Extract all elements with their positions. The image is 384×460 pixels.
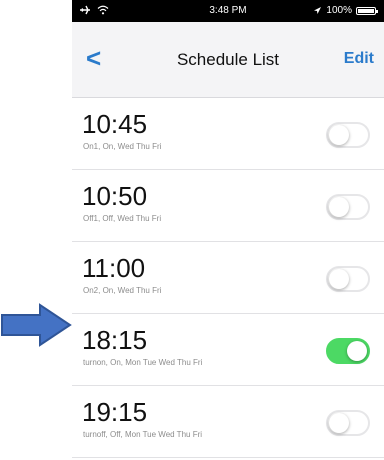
schedule-detail: turnon, On, Mon Tue Wed Thu Fri <box>83 358 203 367</box>
status-bar: 3:48 PM 100% <box>72 0 384 22</box>
phone-screen: 3:48 PM 100% < Schedule List Edit 10:45 … <box>72 0 384 460</box>
schedule-row[interactable]: 10:45 On1, On, Wed Thu Fri <box>72 98 384 170</box>
schedule-toggle[interactable] <box>326 194 370 220</box>
schedule-detail: On2, On, Wed Thu Fri <box>83 286 162 295</box>
schedule-time: 18:15 <box>82 325 148 355</box>
back-button[interactable]: < <box>86 45 101 71</box>
battery-icon <box>356 6 378 15</box>
battery-fill <box>358 8 374 13</box>
schedule-detail: On1, On, Wed Thu Fri <box>83 142 162 151</box>
edit-button[interactable]: Edit <box>344 50 374 68</box>
schedule-row[interactable]: 11:00 On2, On, Wed Thu Fri <box>72 242 384 314</box>
schedule-row[interactable]: 10:50 Off1, Off, Wed Thu Fri <box>72 170 384 242</box>
schedule-toggle[interactable] <box>326 338 370 364</box>
schedule-time: 19:15 <box>82 397 148 427</box>
schedule-toggle[interactable] <box>326 122 370 148</box>
annotation-arrow-icon <box>1 303 72 347</box>
schedule-time: 10:50 <box>82 181 148 211</box>
schedule-toggle[interactable] <box>326 266 370 292</box>
schedule-detail: Off1, Off, Wed Thu Fri <box>83 214 162 223</box>
schedule-time: 10:45 <box>82 109 148 139</box>
schedule-toggle[interactable] <box>326 410 370 436</box>
schedule-time: 11:00 <box>82 253 146 283</box>
schedule-row[interactable]: 19:15 turnoff, Off, Mon Tue Wed Thu Fri <box>72 386 384 458</box>
battery-percent: 100% <box>326 5 352 16</box>
location-icon <box>314 7 322 14</box>
page-title: Schedule List <box>176 50 280 69</box>
schedule-list: 10:45 On1, On, Wed Thu Fri 10:50 Off1, O… <box>72 98 384 458</box>
schedule-detail: turnoff, Off, Mon Tue Wed Thu Fri <box>83 430 203 439</box>
schedule-row[interactable]: 18:15 turnon, On, Mon Tue Wed Thu Fri <box>72 314 384 386</box>
nav-bar: < Schedule List Edit <box>72 22 384 98</box>
